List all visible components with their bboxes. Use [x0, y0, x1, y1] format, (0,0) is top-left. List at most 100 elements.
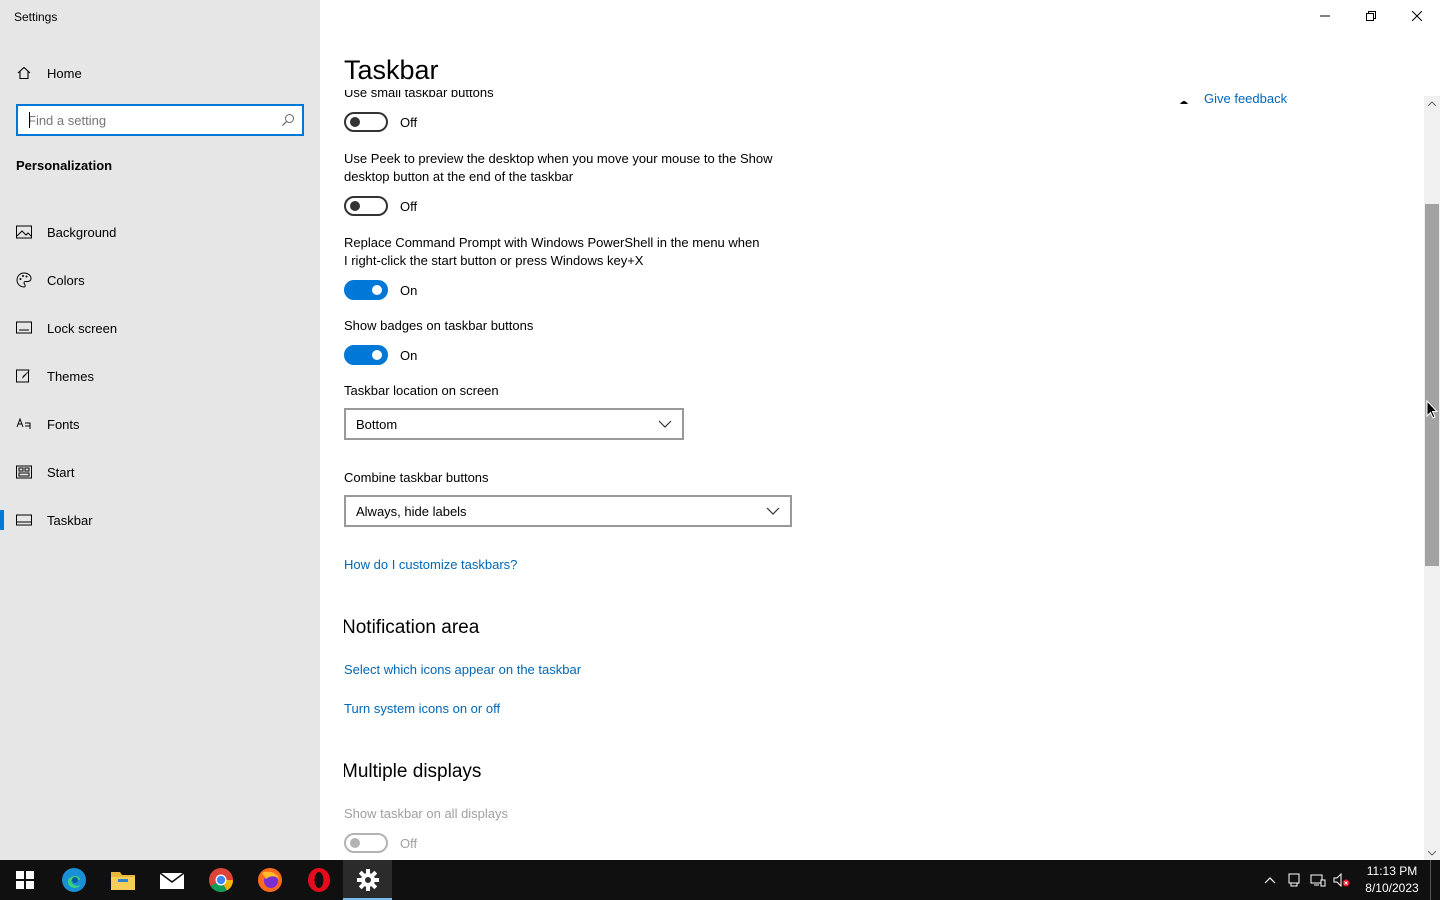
sidebar-item-lock-screen[interactable]: Lock screen	[0, 304, 320, 352]
opera-taskbar-button[interactable]	[294, 860, 343, 900]
all-displays-toggle: Off	[344, 833, 417, 853]
toggle-track	[344, 833, 388, 853]
chrome-taskbar-button[interactable]	[196, 860, 245, 900]
toggle-track[interactable]	[344, 196, 388, 216]
sidebar-item-label: Fonts	[47, 416, 80, 432]
firefox-icon	[257, 868, 282, 892]
feedback-person-icon	[1178, 92, 1190, 104]
sidebar: Settings Home Personalization Background…	[0, 0, 320, 860]
sidebar-item-label: Taskbar	[47, 512, 93, 528]
text-caret	[29, 112, 30, 128]
restore-button[interactable]	[1348, 0, 1394, 32]
small-buttons-toggle[interactable]: Off	[344, 112, 417, 132]
chevron-down-icon	[658, 417, 672, 431]
sidebar-item-taskbar[interactable]: Taskbar	[0, 496, 320, 544]
sidebar-item-label: Colors	[47, 272, 85, 288]
combine-value: Always, hide labels	[356, 503, 467, 519]
powershell-label: Replace Command Prompt with Windows Powe…	[344, 235, 760, 268]
device-tray-button[interactable]	[1282, 860, 1306, 900]
palette-icon	[16, 272, 32, 288]
opera-icon	[307, 868, 330, 892]
location-dropdown[interactable]: Bottom	[344, 408, 684, 440]
mail-taskbar-button[interactable]	[147, 860, 196, 900]
scroll-down-arrow-icon[interactable]	[1424, 846, 1440, 860]
firefox-taskbar-button[interactable]	[245, 860, 294, 900]
toggle-track[interactable]	[344, 112, 388, 132]
taskbar-icon	[16, 512, 32, 528]
combine-dropdown[interactable]: Always, hide labels	[344, 495, 792, 527]
vertical-scrollbar[interactable]	[1424, 96, 1440, 860]
clock-date: 8/10/2023	[1365, 881, 1419, 895]
volume-tray-button[interactable]	[1330, 860, 1354, 900]
home-label: Home	[47, 65, 82, 81]
badges-toggle[interactable]: On	[344, 345, 417, 365]
combine-label: Combine taskbar buttons	[344, 470, 489, 485]
all-displays-label: Show taskbar on all displays	[344, 806, 509, 821]
page-title: Taskbar	[344, 55, 439, 85]
show-hidden-icons-button[interactable]	[1258, 860, 1282, 900]
home-nav-item[interactable]: Home	[16, 62, 82, 84]
sidebar-item-fonts[interactable]: Fonts	[0, 400, 320, 448]
file-explorer-taskbar-button[interactable]	[98, 860, 147, 900]
toggle-knob	[350, 838, 360, 848]
customize-help-link[interactable]: How do I customize taskbars?	[344, 557, 517, 572]
edge-taskbar-button[interactable]	[49, 860, 98, 900]
scroll-up-arrow-icon[interactable]	[1424, 96, 1440, 110]
toggle-knob	[350, 117, 360, 127]
sidebar-item-background[interactable]: Background	[0, 208, 320, 256]
close-icon	[1412, 11, 1422, 21]
main-content: Taskbar Use small taskbar buttons Off Us…	[320, 0, 1440, 860]
show-desktop-button[interactable]	[1430, 860, 1440, 900]
toggle-state: On	[400, 347, 418, 363]
sidebar-item-label: Start	[47, 464, 75, 480]
close-button[interactable]	[1394, 0, 1440, 32]
font-icon	[16, 416, 32, 432]
select-icons-link[interactable]: Select which icons appear on the taskbar	[344, 662, 581, 677]
clock-time: 11:13 PM	[1366, 864, 1418, 878]
badges-label: Show badges on taskbar buttons	[344, 318, 534, 333]
toggle-track[interactable]	[344, 345, 388, 365]
toggle-state: Off	[400, 114, 418, 130]
start-tiles-icon	[16, 464, 32, 480]
toggle-track[interactable]	[344, 280, 388, 300]
toggle-state: Off	[400, 198, 418, 214]
settings-taskbar-button[interactable]	[343, 860, 392, 900]
sidebar-item-label: Background	[47, 224, 117, 240]
window-controls	[1302, 0, 1440, 32]
small-buttons-label: Use small taskbar buttons	[344, 90, 494, 100]
minimize-icon	[1320, 15, 1330, 17]
taskbar-clock[interactable]: 11:13 PM 8/10/2023	[1354, 860, 1430, 900]
app-title: Settings	[14, 10, 58, 24]
sidebar-item-label: Lock screen	[47, 320, 118, 336]
search-box[interactable]	[16, 104, 304, 136]
section-heading: Personalization	[16, 158, 113, 173]
give-feedback-link[interactable]: Give feedback	[1178, 88, 1287, 108]
minimize-button[interactable]	[1302, 0, 1348, 32]
give-feedback-label: Give feedback	[1204, 90, 1288, 106]
device-icon	[1288, 873, 1300, 887]
powershell-toggle[interactable]: On	[344, 280, 417, 300]
sidebar-item-colors[interactable]: Colors	[0, 256, 320, 304]
multiple-displays-heading: Multiple displays	[344, 761, 482, 782]
network-tray-button[interactable]	[1306, 860, 1330, 900]
start-icon	[15, 871, 34, 889]
location-label: Taskbar location on screen	[344, 383, 499, 398]
start-button[interactable]	[0, 860, 49, 900]
nav-list: Background Colors Lock screen Themes Fon…	[0, 208, 320, 544]
mail-icon	[159, 872, 184, 889]
peek-toggle[interactable]: Off	[344, 196, 417, 216]
file-explorer-icon	[110, 872, 135, 890]
sidebar-item-themes[interactable]: Themes	[0, 352, 320, 400]
scroll-thumb[interactable]	[1425, 204, 1439, 566]
network-icon	[1310, 874, 1326, 887]
sidebar-item-start[interactable]: Start	[0, 448, 320, 496]
settings-scroll-area: Use small taskbar buttons Off Use Peek t…	[344, 90, 1104, 860]
system-icons-link[interactable]: Turn system icons on or off	[344, 701, 500, 716]
toggle-state: Off	[400, 835, 418, 851]
toggle-knob	[372, 285, 382, 295]
search-input[interactable]	[28, 112, 280, 128]
search-icon[interactable]	[280, 112, 296, 128]
toggle-knob	[372, 350, 382, 360]
image-icon	[16, 224, 32, 240]
home-icon	[16, 65, 32, 81]
